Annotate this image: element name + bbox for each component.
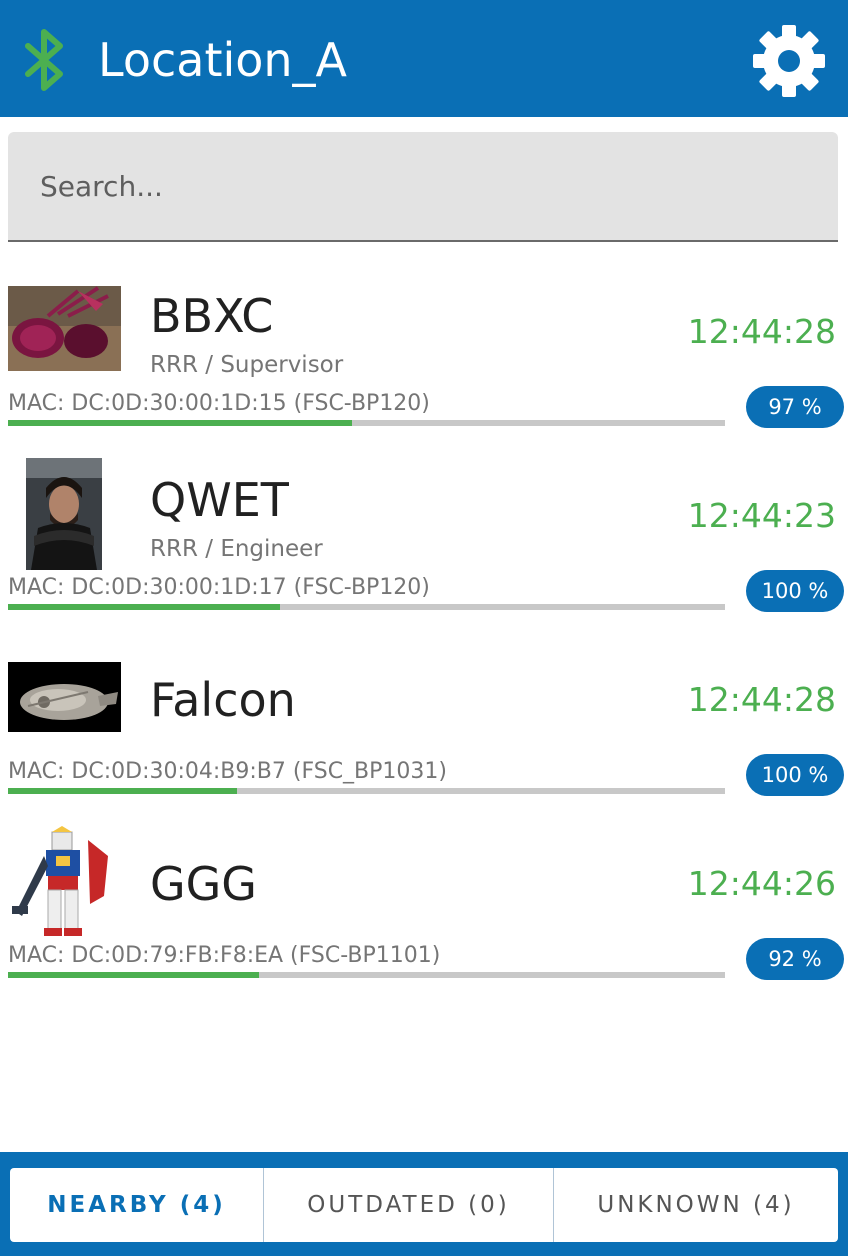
battery-badge: 92 % bbox=[746, 938, 844, 980]
signal-bar bbox=[8, 420, 725, 426]
signal-bar-fill bbox=[8, 972, 259, 978]
device-subtitle: RRR / Supervisor bbox=[150, 352, 344, 378]
bottom-bar: NEARBY (4) OUTDATED (0) UNKNOWN (4) bbox=[0, 1152, 848, 1256]
robot-figure-photo bbox=[8, 826, 121, 940]
last-seen-time: 12:44:23 bbox=[687, 496, 836, 535]
tab-outdated[interactable]: OUTDATED (0) bbox=[263, 1168, 553, 1242]
tab-unknown[interactable]: UNKNOWN (4) bbox=[553, 1168, 838, 1242]
spaceship-photo bbox=[8, 662, 121, 732]
portrait-photo bbox=[26, 458, 102, 570]
signal-bar bbox=[8, 972, 725, 978]
last-seen-time: 12:44:28 bbox=[687, 312, 836, 351]
list-item[interactable]: BBXC RRR / Supervisor 12:44:28 MAC: DC:0… bbox=[0, 270, 848, 454]
mac-address: MAC: DC:0D:79:FB:F8:EA (FSC-BP1101) bbox=[8, 943, 441, 968]
search-input[interactable] bbox=[8, 132, 838, 240]
device-name: Falcon bbox=[150, 673, 296, 727]
device-name: QWET bbox=[150, 473, 289, 527]
mac-address: MAC: DC:0D:30:00:1D:17 (FSC-BP120) bbox=[8, 575, 430, 600]
gear-icon[interactable] bbox=[752, 24, 826, 98]
list-item[interactable]: Falcon 12:44:28 MAC: DC:0D:30:04:B9:B7 (… bbox=[0, 638, 848, 822]
battery-badge: 100 % bbox=[746, 754, 844, 796]
tab-nearby[interactable]: NEARBY (4) bbox=[10, 1168, 263, 1242]
device-name: GGG bbox=[150, 857, 257, 911]
signal-bar-fill bbox=[8, 420, 353, 426]
battery-badge: 97 % bbox=[746, 386, 844, 428]
last-seen-time: 12:44:28 bbox=[687, 680, 836, 719]
search-box bbox=[8, 132, 838, 242]
tab-bar: NEARBY (4) OUTDATED (0) UNKNOWN (4) bbox=[10, 1168, 838, 1242]
signal-bar-fill bbox=[8, 788, 238, 794]
signal-bar bbox=[8, 604, 725, 610]
signal-bar bbox=[8, 788, 725, 794]
battery-badge: 100 % bbox=[746, 570, 844, 612]
signal-bar-fill bbox=[8, 604, 281, 610]
device-name: BBXC bbox=[150, 289, 274, 343]
list-item[interactable]: GGG 12:44:26 MAC: DC:0D:79:FB:F8:EA (FSC… bbox=[0, 822, 848, 1006]
bluetooth-icon bbox=[25, 29, 63, 91]
mac-address: MAC: DC:0D:30:04:B9:B7 (FSC_BP1031) bbox=[8, 759, 447, 784]
device-subtitle: RRR / Engineer bbox=[150, 536, 323, 562]
mac-address: MAC: DC:0D:30:00:1D:15 (FSC-BP120) bbox=[8, 391, 430, 416]
last-seen-time: 12:44:26 bbox=[687, 864, 836, 903]
app-bar: Location_A bbox=[0, 0, 848, 117]
list-item[interactable]: QWET RRR / Engineer 12:44:23 MAC: DC:0D:… bbox=[0, 454, 848, 638]
beet-photo bbox=[8, 286, 121, 371]
page-title: Location_A bbox=[98, 33, 348, 87]
